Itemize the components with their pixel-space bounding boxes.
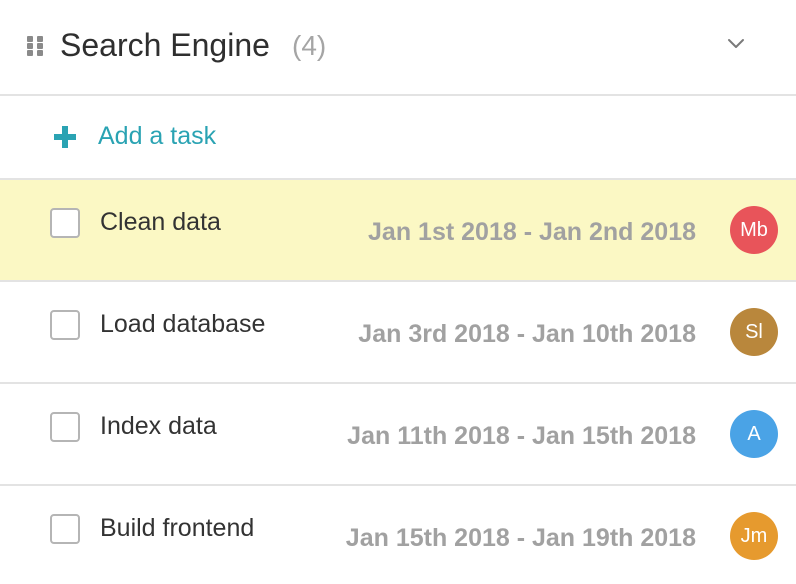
plus-icon [54, 126, 76, 148]
assignee-avatar[interactable]: Sl [730, 308, 778, 356]
chevron-down-icon[interactable] [722, 30, 750, 58]
task-row[interactable]: Load database Jan 3rd 2018 - Jan 10th 20… [0, 282, 796, 384]
task-name: Load database [100, 310, 266, 338]
assignee-avatar[interactable]: A [730, 410, 778, 458]
task-row[interactable]: Build frontend Jan 15th 2018 - Jan 19th … [0, 486, 796, 584]
task-name: Build frontend [100, 514, 255, 542]
list-header: Search Engine (4) [0, 0, 796, 96]
drag-handle-icon[interactable] [27, 36, 45, 56]
task-dates: Jan 1st 2018 - Jan 2nd 2018 [368, 218, 696, 246]
task-checkbox[interactable] [50, 310, 80, 340]
task-count: (4) [292, 30, 327, 61]
add-task-label: Add a task [98, 122, 217, 150]
task-name: Index data [100, 412, 217, 440]
task-name: Clean data [100, 208, 221, 236]
task-checkbox[interactable] [50, 514, 80, 544]
task-row[interactable]: Clean data Jan 1st 2018 - Jan 2nd 2018 M… [0, 180, 796, 282]
task-dates: Jan 11th 2018 - Jan 15th 2018 [347, 422, 696, 450]
task-dates: Jan 15th 2018 - Jan 19th 2018 [345, 524, 696, 552]
task-dates: Jan 3rd 2018 - Jan 10th 2018 [358, 320, 696, 348]
task-row[interactable]: Index data Jan 11th 2018 - Jan 15th 2018… [0, 384, 796, 486]
assignee-avatar[interactable]: Mb [730, 206, 778, 254]
list-title: Search Engine [60, 27, 270, 63]
add-task-button[interactable]: Add a task [0, 96, 796, 180]
task-list-panel: Search Engine (4) Add a task Clean data … [0, 0, 796, 584]
task-checkbox[interactable] [50, 412, 80, 442]
assignee-avatar[interactable]: Jm [730, 512, 778, 560]
task-rows: Clean data Jan 1st 2018 - Jan 2nd 2018 M… [0, 180, 796, 584]
task-checkbox[interactable] [50, 208, 80, 238]
